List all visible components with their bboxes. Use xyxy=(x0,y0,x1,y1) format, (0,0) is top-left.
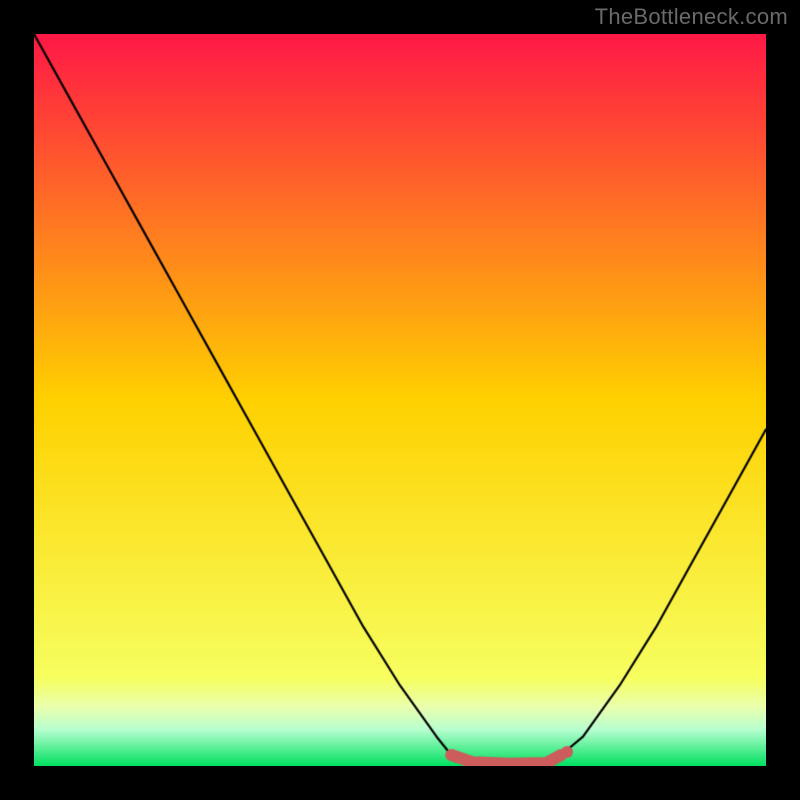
chart-area xyxy=(34,34,766,766)
bottleneck-curve xyxy=(34,34,766,766)
watermark: TheBottleneck.com xyxy=(595,4,788,30)
